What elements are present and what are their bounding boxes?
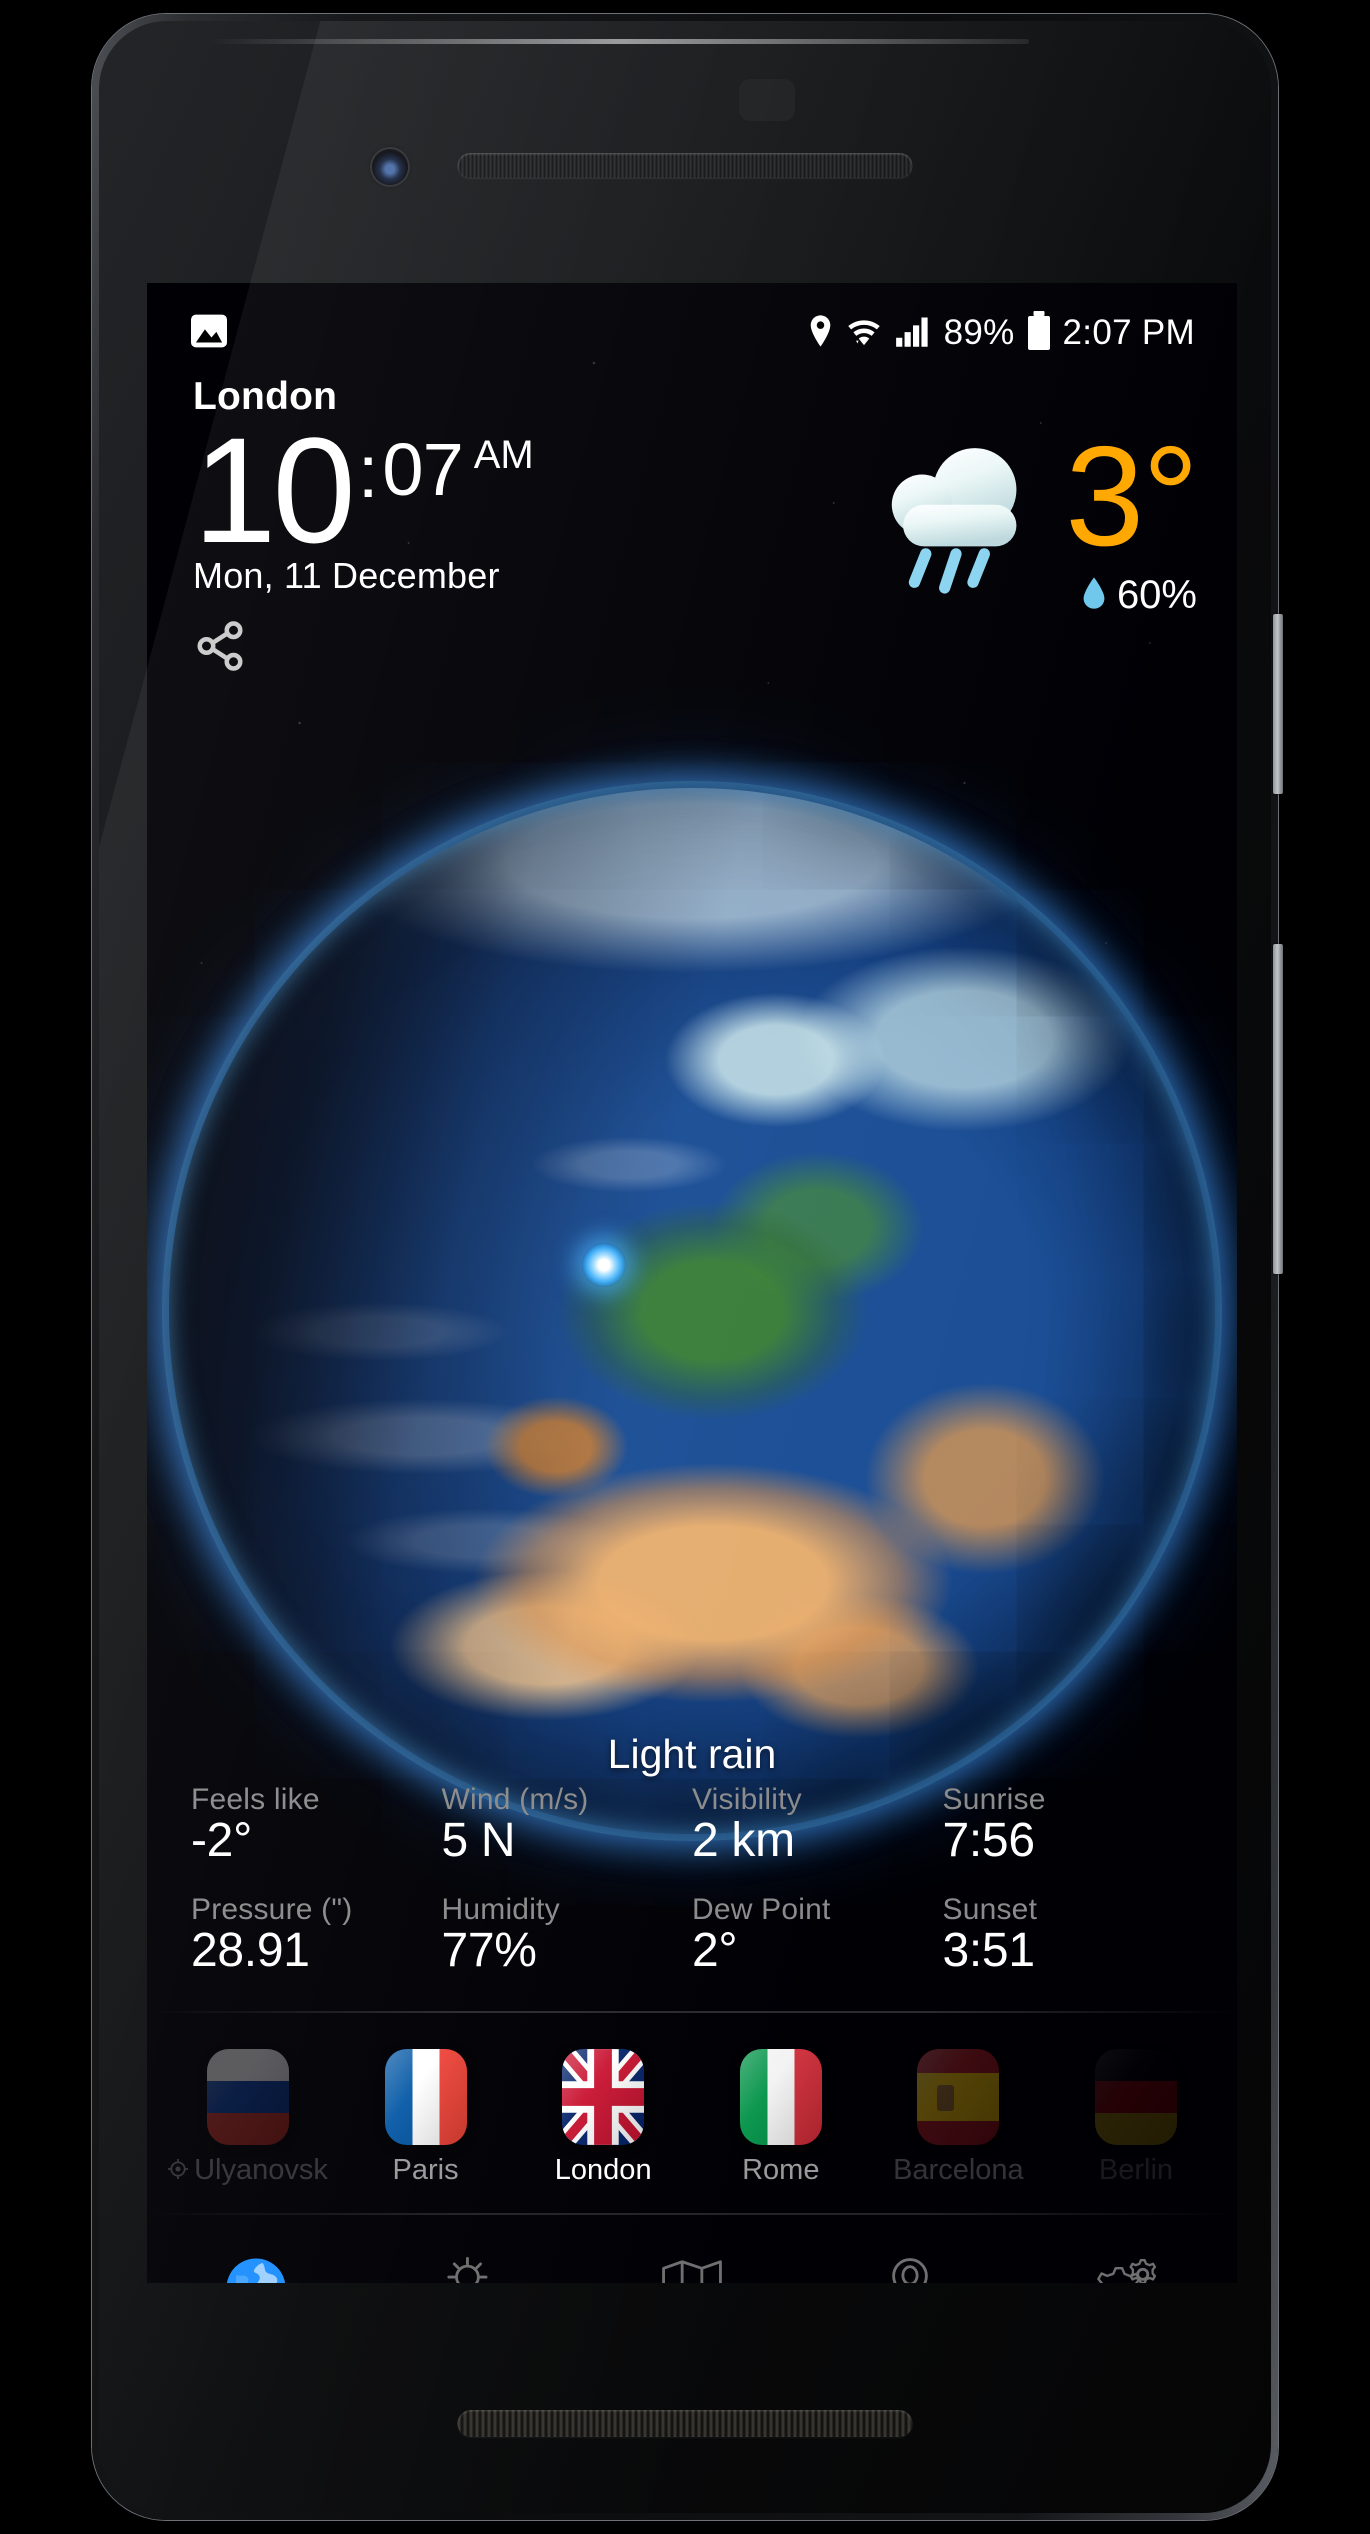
cities-divider <box>147 2011 1237 2013</box>
city-label: London <box>554 2154 652 2186</box>
detail-visibility: Visibility 2 km <box>692 1783 943 1881</box>
phone-front-glass: 89% 2:07 PM London 10 : 07 AM Mon, 11 De… <box>99 21 1271 2513</box>
detail-humidity: Humidity 77% <box>442 1893 693 1991</box>
city-label: Ulyanovsk <box>194 2154 328 2186</box>
location-pin-icon <box>808 314 833 353</box>
gps-crosshair-icon <box>168 2154 189 2187</box>
city-label-wrap: Ulyanovsk <box>168 2154 328 2187</box>
detail-label: Dew Point <box>692 1893 831 1926</box>
power-button[interactable] <box>1273 614 1283 794</box>
city-label: Rome <box>742 2154 820 2186</box>
photo-icon <box>189 313 229 354</box>
current-location-marker[interactable] <box>582 1243 627 1287</box>
detail-label: Feels like <box>191 1783 320 1816</box>
nav-item-settings[interactable]: SETTINGS <box>1038 2250 1218 2283</box>
detail-pressure: Pressure (") 28.91 <box>191 1893 442 1991</box>
flag-united-kingdom-icon <box>562 2049 645 2145</box>
battery-full-icon <box>1027 316 1050 350</box>
clock-minutes: 07 <box>382 428 463 511</box>
clock-widget: London 10 : 07 AM Mon, 11 December <box>193 375 534 673</box>
status-bar-clock: 2:07 PM <box>1062 313 1195 352</box>
weather-condition-text: Light rain <box>607 1731 777 1777</box>
proximity-sensor <box>739 79 795 121</box>
flag-germany-icon <box>1094 2049 1177 2145</box>
detail-label: Sunrise <box>942 1783 1046 1816</box>
city-label: Barcelona <box>893 2154 1024 2186</box>
local-time: 10 : 07 AM <box>193 406 534 574</box>
clock-hours: 10 <box>193 406 356 574</box>
detail-value: 5 N <box>441 1814 516 1867</box>
current-weather-summary[interactable]: 3° 60% <box>861 417 1199 618</box>
earpiece-speaker <box>457 153 913 178</box>
detail-label: Humidity <box>441 1893 560 1926</box>
flag-france-icon <box>384 2049 467 2145</box>
detail-value: -2° <box>191 1814 252 1867</box>
city-label: Berlin <box>1098 2154 1174 2186</box>
flag-russia-icon <box>207 2049 289 2145</box>
bottom-speaker <box>457 2410 913 2437</box>
rain-cloud-icon <box>861 433 1051 603</box>
detail-value: 2° <box>692 1924 738 1977</box>
city-item-london[interactable]: London <box>528 2049 678 2187</box>
detail-sunrise: Sunrise 7:56 <box>943 1783 1194 1881</box>
cities-strip[interactable]: Ulyanovsk Paris London Rome Barcelona Be… <box>147 2023 1237 2213</box>
status-bar: 89% 2:07 PM <box>147 305 1237 361</box>
earth-globe[interactable] <box>169 788 1215 1834</box>
phone-screen[interactable]: 89% 2:07 PM London 10 : 07 AM Mon, 11 De… <box>147 283 1237 2283</box>
weather-details-grid: Feels like -2° Wind (m/s) 5 N Visibility… <box>147 1783 1237 1991</box>
detail-value: 7:56 <box>942 1814 1036 1867</box>
globe-surface <box>169 788 1215 1834</box>
gears-icon <box>1090 2250 1166 2283</box>
detail-label: Wind (m/s) <box>441 1783 589 1816</box>
nav-item-home[interactable]: HOME <box>166 2250 346 2283</box>
globe-icon <box>218 2250 294 2283</box>
flag-spain-icon <box>917 2049 1000 2145</box>
battery-percentage: 89% <box>943 313 1015 352</box>
detail-value: 3:51 <box>942 1924 1036 1977</box>
flag-italy-icon <box>739 2049 822 2145</box>
detail-dew-point: Dew Point 2° <box>692 1893 943 1991</box>
nav-divider <box>147 2213 1237 2215</box>
detail-value: 2 km <box>692 1814 795 1867</box>
city-item-rome[interactable]: Rome <box>706 2049 856 2187</box>
bottom-navigation-bar[interactable]: HOME <box>147 2221 1237 2283</box>
current-temperature: 3° <box>1065 417 1199 576</box>
volume-rocker[interactable] <box>1273 944 1283 1274</box>
location-pin-pedestal-icon <box>872 2250 948 2283</box>
cellular-signal-icon <box>895 314 931 353</box>
detail-value: 77% <box>441 1924 537 1977</box>
share-icon[interactable] <box>193 619 247 673</box>
nav-item-forecast[interactable]: FORECAST <box>384 2250 564 2283</box>
detail-label: Visibility <box>692 1783 802 1816</box>
glass-edge-highlight <box>209 39 1029 44</box>
water-drop-icon <box>1081 576 1107 615</box>
map-icon <box>654 2250 730 2283</box>
detail-sunset: Sunset 3:51 <box>943 1893 1194 1991</box>
detail-value: 28.91 <box>191 1924 310 1977</box>
nav-item-cities[interactable]: CITIES <box>820 2250 1000 2283</box>
detail-wind: Wind (m/s) 5 N <box>442 1783 693 1881</box>
detail-label: Sunset <box>942 1893 1038 1926</box>
clock-meridiem: AM <box>473 433 534 477</box>
wifi-icon <box>846 314 882 353</box>
detail-label: Pressure (") <box>191 1893 353 1926</box>
city-item-barcelona[interactable]: Barcelona <box>883 2049 1033 2187</box>
current-date: Mon, 11 December <box>193 554 500 596</box>
city-item-ulyanovsk[interactable]: Ulyanovsk <box>168 2049 328 2187</box>
detail-feels-like: Feels like -2° <box>191 1783 442 1881</box>
precipitation-probability: 60% <box>1081 573 1197 618</box>
nav-item-maps[interactable]: MAPS <box>602 2250 782 2283</box>
precipitation-value: 60% <box>1116 573 1197 618</box>
city-label: Paris <box>392 2154 459 2186</box>
city-item-paris[interactable]: Paris <box>351 2049 501 2187</box>
sun-cloud-icon <box>436 2250 512 2283</box>
phone-device-frame: 89% 2:07 PM London 10 : 07 AM Mon, 11 De… <box>92 14 1283 2520</box>
front-camera <box>372 149 408 185</box>
city-item-berlin[interactable]: Berlin <box>1061 2049 1211 2187</box>
clock-colon: : <box>357 430 379 513</box>
